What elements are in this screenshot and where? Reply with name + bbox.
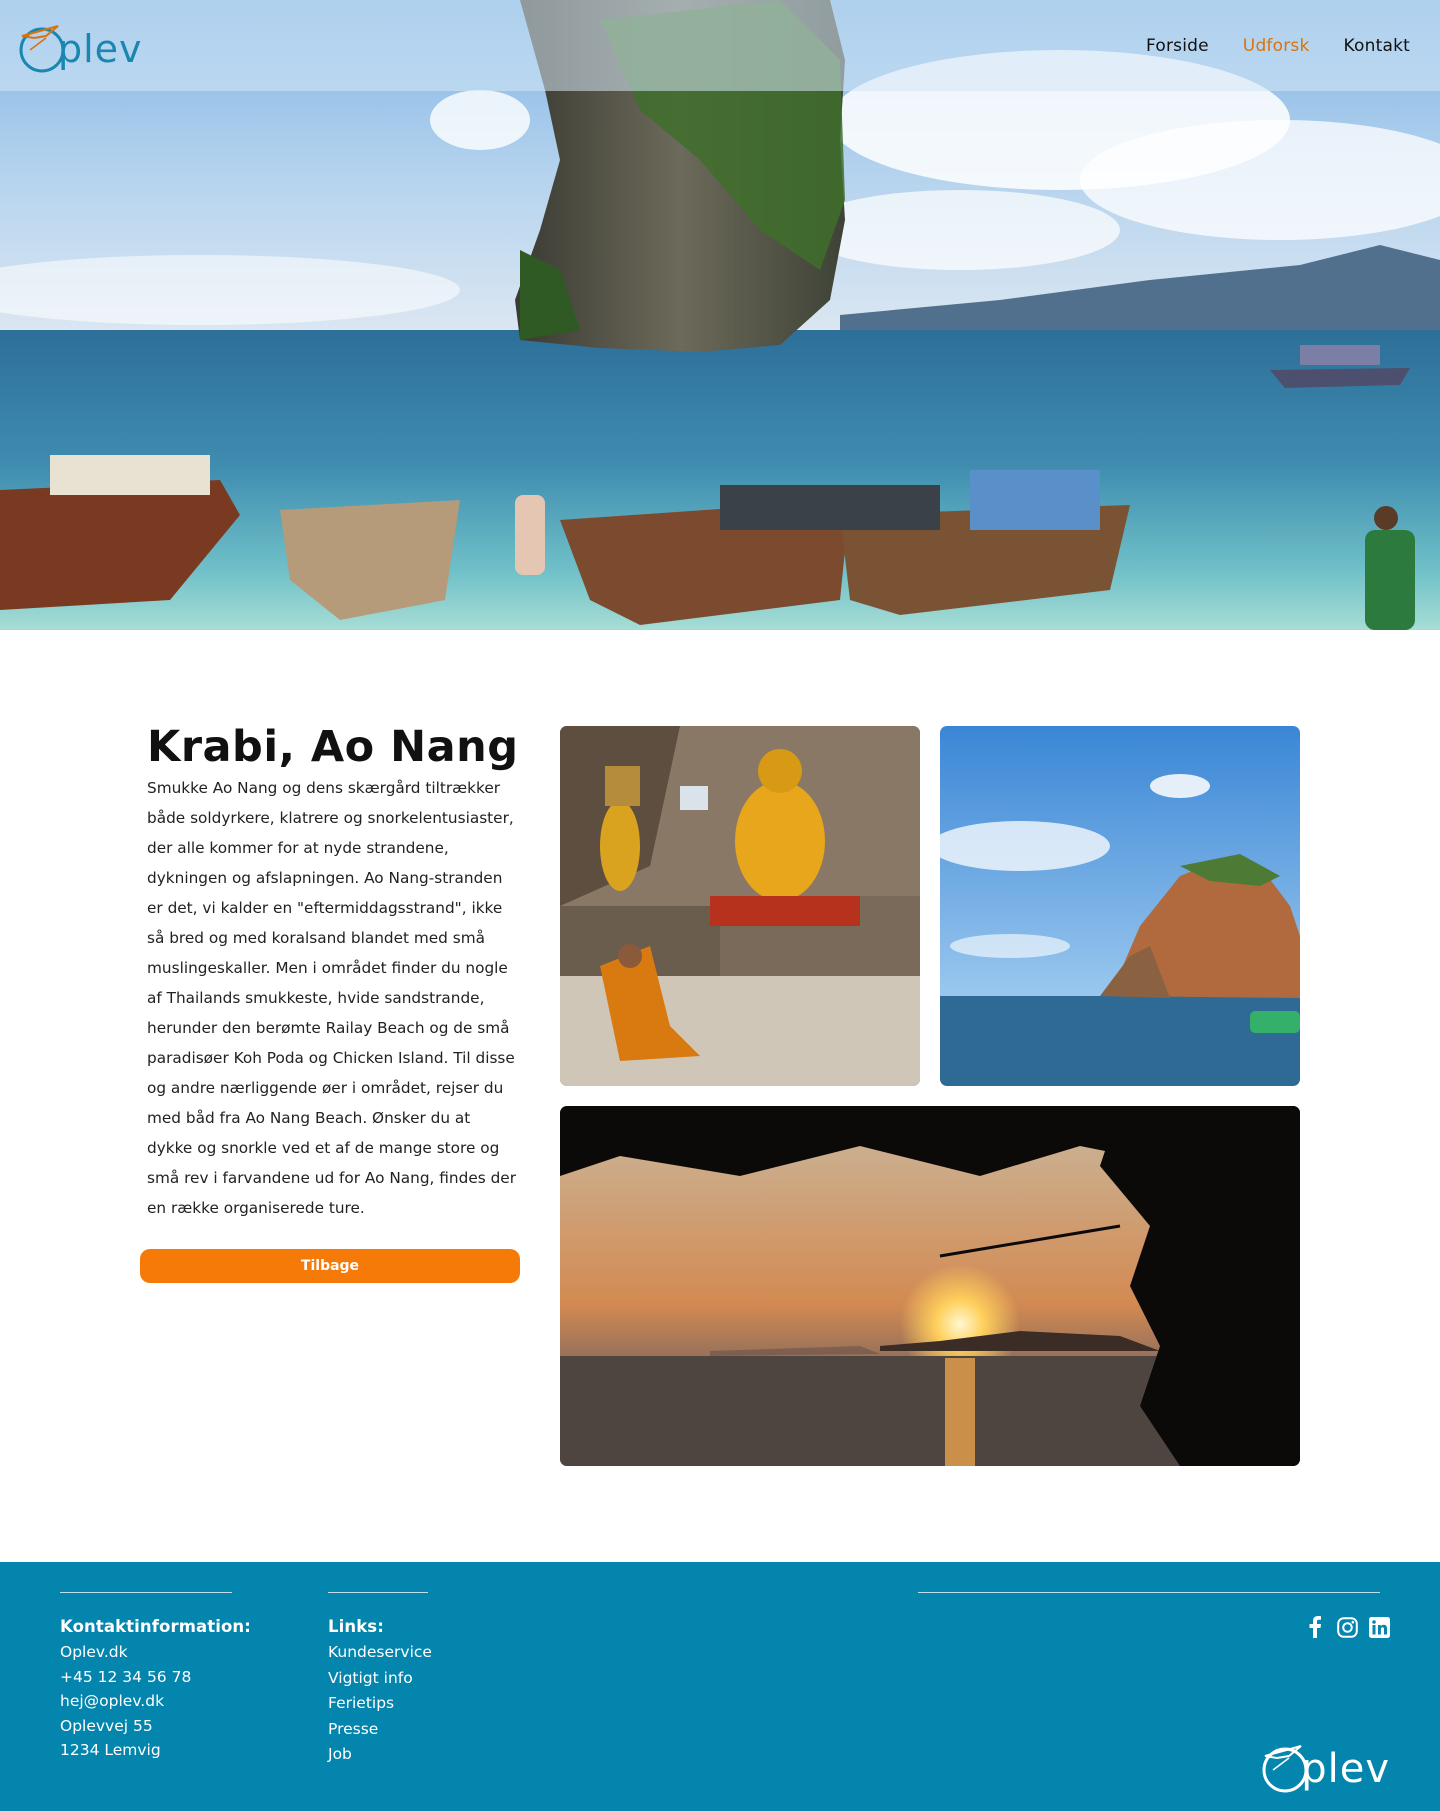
footer-divider-contact [60,1592,232,1593]
back-button[interactable]: Tilbage [140,1249,520,1283]
hero-beach-scene [0,0,1440,630]
footer-link-presse[interactable]: Presse [328,1717,432,1743]
nav-udforsk[interactable]: Udforsk [1243,36,1310,56]
contact-phone: +45 12 34 56 78 [60,1667,192,1686]
instagram-icon[interactable] [1336,1616,1358,1638]
nav-forside[interactable]: Forside [1146,36,1209,56]
contact-city: 1234 Lemvig [60,1741,161,1759]
contact-site: Oplev.dk [60,1643,128,1661]
footer-link-job[interactable]: Job [328,1742,432,1768]
photo-sunset-beach [560,1106,1300,1466]
photo-cliff-island [940,726,1300,1086]
footer-divider-social [918,1592,1380,1593]
hero-image: plev Forside Udforsk Kontakt [0,0,1440,630]
footer-links: Links: Kundeservice Vigtigt info Ferieti… [328,1617,432,1768]
site-footer: Kontaktinformation: Oplev.dk +45 12 34 5… [0,1562,1440,1811]
contact-heading: Kontaktinformation: [60,1617,251,1636]
contact-email: hej@oplev.dk [60,1692,165,1710]
facebook-icon[interactable] [1304,1616,1326,1638]
contact-street: Oplevvej 55 [60,1716,153,1735]
footer-logo[interactable]: plev [1261,1738,1390,1794]
destination-description: Smukke Ao Nang og dens skærgård tiltrækk… [147,779,516,1217]
footer-divider-links [328,1592,428,1593]
footer-contact: Kontaktinformation: Oplev.dk +45 12 34 5… [60,1617,251,1763]
links-heading: Links: [328,1617,384,1636]
nav-kontakt[interactable]: Kontakt [1344,36,1410,56]
footer-link-vigtigt-info[interactable]: Vigtigt info [328,1666,432,1692]
site-logo[interactable]: plev [18,18,143,74]
photo-temple-buddha [560,726,920,1086]
footer-logo-text: plev [1301,1746,1390,1792]
page-title: Krabi, Ao Nang [147,722,519,772]
social-links [1304,1616,1390,1638]
footer-link-kundeservice[interactable]: Kundeservice [328,1640,432,1666]
main-nav: Forside Udforsk Kontakt [1112,36,1410,56]
footer-link-ferietips[interactable]: Ferietips [328,1691,432,1717]
logo-text: plev [58,27,143,71]
linkedin-icon[interactable] [1368,1616,1390,1638]
header-bar: plev Forside Udforsk Kontakt [0,0,1440,91]
